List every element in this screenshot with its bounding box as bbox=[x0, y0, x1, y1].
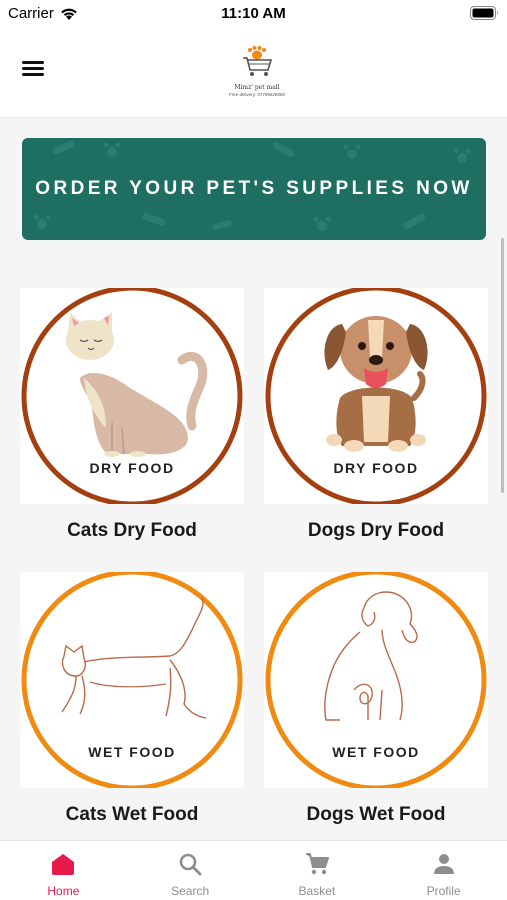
category-title: Cats Wet Food bbox=[65, 804, 199, 825]
category-badge: WET FOOD bbox=[88, 744, 176, 760]
category-title: Cats Dry Food bbox=[67, 520, 197, 541]
category-badge: DRY FOOD bbox=[333, 460, 419, 476]
menu-icon-bar bbox=[22, 67, 44, 70]
category-card-cats-wet-food[interactable]: WET FOOD Cats Wet Food bbox=[20, 572, 244, 826]
person-icon bbox=[433, 854, 454, 874]
category-card-dogs-wet-food[interactable]: WET FOOD Dogs Wet Food bbox=[264, 572, 488, 826]
tab-basket-label: Basket bbox=[298, 884, 336, 898]
paw-cart-icon bbox=[243, 46, 273, 76]
hamburger-menu-button[interactable] bbox=[20, 58, 50, 84]
category-badge: WET FOOD bbox=[332, 744, 420, 760]
menu-icon bbox=[22, 61, 44, 64]
store-logo: Mimz' pet mall Free delivery: 0779962606… bbox=[226, 46, 288, 98]
category-title: Dogs Wet Food bbox=[306, 804, 446, 825]
status-bar: Carrier 11:10 AM bbox=[0, 0, 507, 30]
category-image: WET FOOD bbox=[264, 572, 488, 788]
home-icon bbox=[52, 854, 75, 875]
tab-search[interactable]: Search bbox=[127, 841, 254, 900]
category-title: Dogs Dry Food bbox=[307, 520, 445, 541]
bottom-tab-bar: Home Search Basket Profile bbox=[0, 840, 507, 900]
store-phone: Free delivery: 07799626060 bbox=[228, 92, 286, 97]
tab-profile-label: Profile bbox=[426, 884, 461, 898]
banner-title: ORDER YOUR PET'S SUPPLIES NOW bbox=[35, 178, 473, 199]
category-card-dogs-dry-food[interactable]: DRY FOOD Dogs Dry Food bbox=[264, 288, 488, 542]
scrollbar[interactable] bbox=[501, 238, 504, 493]
category-image: DRY FOOD bbox=[264, 288, 488, 504]
search-icon bbox=[179, 853, 202, 876]
menu-icon-bar bbox=[22, 73, 44, 76]
tab-home-label: Home bbox=[47, 884, 80, 898]
home-content[interactable]: ORDER YOUR PET'S SUPPLIES NOW DRY FOOD C… bbox=[0, 118, 507, 840]
app-header: Mimz' pet mall Free delivery: 0779962606… bbox=[0, 30, 507, 118]
tab-home[interactable]: Home bbox=[0, 841, 127, 900]
tab-basket[interactable]: Basket bbox=[254, 841, 381, 900]
clock: 11:10 AM bbox=[221, 5, 286, 22]
tab-search-label: Search bbox=[171, 884, 210, 898]
cart-icon bbox=[305, 853, 329, 875]
category-image: WET FOOD bbox=[20, 572, 244, 788]
category-image: DRY FOOD bbox=[20, 288, 244, 504]
category-badge: DRY FOOD bbox=[89, 460, 175, 476]
category-card-cats-dry-food[interactable]: DRY FOOD Cats Dry Food bbox=[20, 288, 244, 542]
store-name: Mimz' pet mall bbox=[234, 84, 280, 91]
battery-icon bbox=[470, 6, 498, 20]
tab-profile[interactable]: Profile bbox=[380, 841, 507, 900]
promo-banner[interactable]: ORDER YOUR PET'S SUPPLIES NOW bbox=[22, 138, 486, 240]
